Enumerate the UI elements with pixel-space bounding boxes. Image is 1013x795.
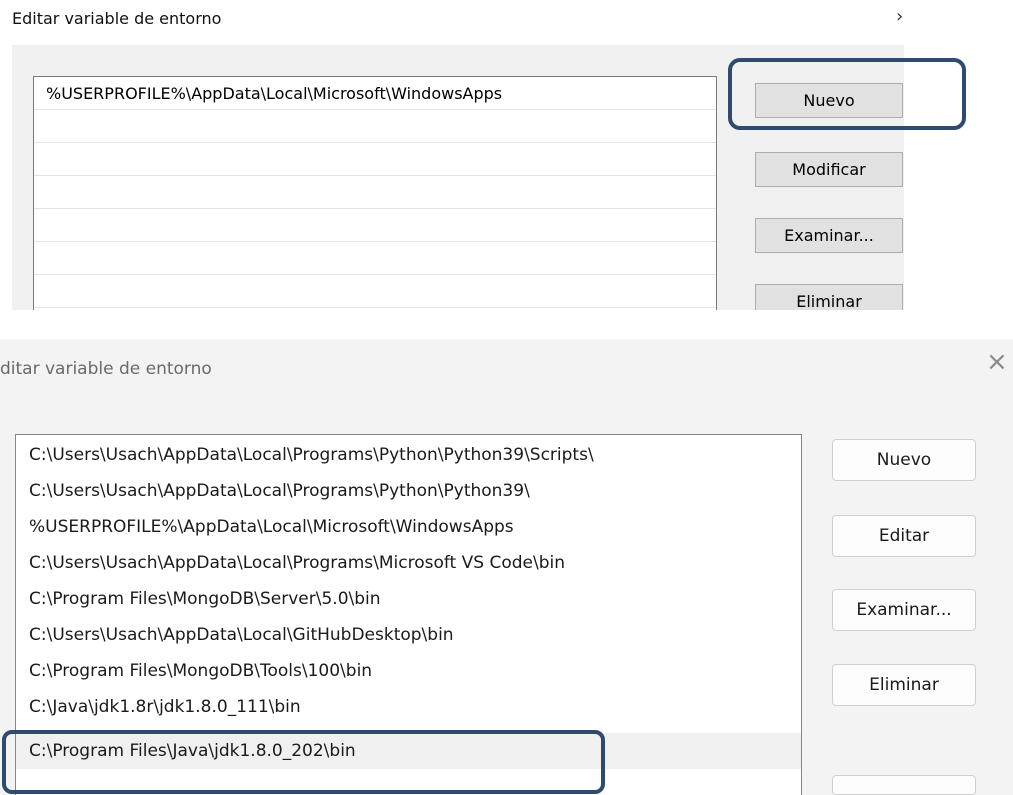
highlight-box-new-button [728,58,966,130]
browse-button[interactable]: Examinar... [832,589,976,631]
partial-button[interactable] [832,775,976,795]
edit-button[interactable]: Editar [832,515,976,557]
highlight-box-selected-path [2,730,605,794]
list-item[interactable]: %USERPROFILE%\AppData\Local\Microsoft\Wi… [16,509,801,545]
bottom-dialog-title: ditar variable de entorno [0,359,212,379]
edit-button[interactable]: Modificar [755,152,903,187]
list-item[interactable]: C:\Java\jdk1.8r\jdk1.8.0_111\bin [16,689,801,725]
list-item[interactable] [34,143,716,176]
list-item[interactable]: C:\Users\Usach\AppData\Local\Programs\Py… [16,473,801,509]
list-item[interactable]: %USERPROFILE%\AppData\Local\Microsoft\Wi… [34,77,716,110]
list-item[interactable] [34,242,716,275]
top-path-list[interactable]: %USERPROFILE%\AppData\Local\Microsoft\Wi… [33,76,717,310]
list-item[interactable]: C:\Users\Usach\AppData\Local\GitHubDeskt… [16,617,801,653]
delete-button[interactable]: Eliminar [832,664,976,706]
list-item[interactable] [34,110,716,143]
bottom-dialog: ditar variable de entorno × C:\Users\Usa… [0,339,1013,795]
list-item[interactable]: C:\Users\Usach\AppData\Local\Programs\Mi… [16,545,801,581]
list-item[interactable]: C:\Users\Usach\AppData\Local\Programs\Py… [16,437,801,473]
list-item[interactable] [34,209,716,242]
list-item[interactable]: C:\Program Files\MongoDB\Server\5.0\bin [16,581,801,617]
list-item[interactable] [34,176,716,209]
close-icon[interactable]: × [986,347,1008,377]
top-dialog: Editar variable de entorno › %USERPROFIL… [0,0,1013,310]
new-button[interactable]: Nuevo [832,439,976,481]
list-item[interactable]: C:\Program Files\MongoDB\Tools\100\bin [16,653,801,689]
close-icon[interactable]: › [896,6,903,27]
list-item[interactable] [34,275,716,308]
top-dialog-title: Editar variable de entorno [12,9,222,28]
delete-button[interactable]: Eliminar [755,284,903,310]
browse-button[interactable]: Examinar... [755,218,903,253]
